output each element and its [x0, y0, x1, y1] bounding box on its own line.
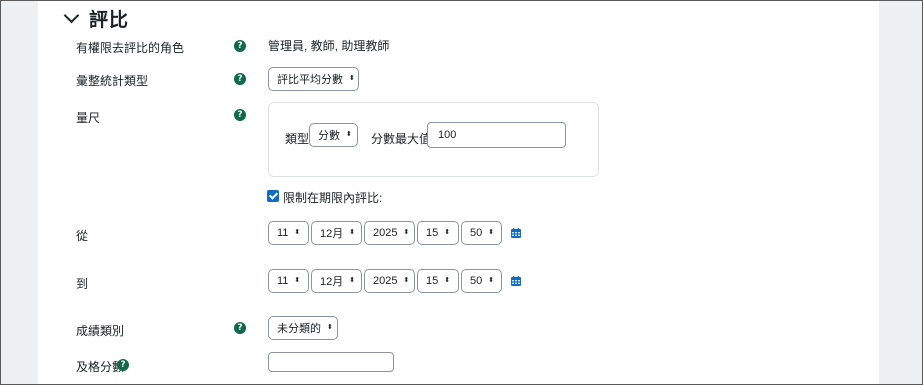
aggregate-select[interactable]: 評比平均分數 ⬍	[268, 67, 359, 91]
calendar-icon[interactable]	[511, 228, 521, 238]
roles-label: 有權限去評比的角色	[76, 41, 185, 55]
from-hour-value: 15	[426, 227, 439, 239]
to-hour-select[interactable]: 15 ⬍	[417, 269, 459, 293]
from-minute-value: 50	[470, 227, 483, 239]
to-year-value: 2025	[373, 275, 398, 287]
pass-grade-input[interactable]	[268, 352, 394, 372]
select-arrow-icon: ⬍	[349, 277, 356, 284]
help-icon[interactable]: ?	[234, 322, 246, 334]
scale-type-label: 類型	[285, 132, 310, 146]
from-day-select[interactable]: 11 ⬍	[268, 221, 309, 245]
help-icon[interactable]: ?	[234, 109, 246, 121]
from-month-select[interactable]: 12月 ⬍	[311, 221, 362, 245]
select-arrow-icon: ⬍	[403, 277, 410, 284]
section-title: 評比	[89, 9, 130, 31]
roles-value: 管理員, 教師, 助理教師	[268, 39, 390, 53]
scale-type-value: 分數	[318, 130, 340, 142]
select-arrow-icon: ⬍	[488, 277, 495, 284]
scale-type-select[interactable]: 分數 ⬍	[309, 123, 358, 147]
select-arrow-icon: ⬍	[403, 229, 410, 236]
max-grade-label: 分數最大值	[371, 132, 432, 146]
help-icon[interactable]: ?	[234, 73, 246, 85]
grade-category-value: 未分類的	[277, 323, 321, 335]
help-icon[interactable]: ?	[234, 40, 246, 52]
from-minute-select[interactable]: 50 ⬍	[461, 221, 502, 245]
from-day-value: 11	[277, 227, 289, 239]
select-arrow-icon: ⬍	[349, 229, 356, 236]
to-year-select[interactable]: 2025 ⬍	[364, 269, 415, 293]
select-arrow-icon: ⬍	[444, 277, 451, 284]
form-frame	[0, 0, 923, 385]
chevron-down-icon[interactable]	[63, 7, 80, 23]
from-month-value: 12月	[320, 228, 344, 240]
calendar-icon[interactable]	[511, 276, 521, 286]
scale-label: 量尺	[76, 111, 101, 125]
to-day-select[interactable]: 11 ⬍	[268, 269, 309, 293]
select-arrow-icon: ⬍	[294, 229, 301, 236]
restrict-checkbox[interactable]	[267, 190, 279, 202]
help-icon[interactable]: ?	[117, 359, 129, 371]
to-label: 到	[76, 277, 89, 291]
to-hour-value: 15	[426, 275, 439, 287]
from-year-value: 2025	[373, 227, 398, 239]
to-minute-select[interactable]: 50 ⬍	[461, 269, 502, 293]
from-year-select[interactable]: 2025 ⬍	[364, 221, 415, 245]
to-month-select[interactable]: 12月 ⬍	[311, 269, 362, 293]
aggregate-label: 彙整統計類型	[76, 74, 149, 88]
from-label: 從	[76, 229, 89, 243]
select-arrow-icon: ⬍	[349, 75, 355, 82]
left-gutter	[1, 1, 38, 384]
section-header[interactable]: 評比	[62, 4, 129, 32]
to-minute-value: 50	[470, 275, 483, 287]
from-hour-select[interactable]: 15 ⬍	[417, 221, 459, 245]
select-arrow-icon: ⬍	[488, 229, 495, 236]
right-gutter	[879, 1, 922, 384]
select-arrow-icon: ⬍	[327, 324, 333, 331]
select-arrow-icon: ⬍	[444, 229, 451, 236]
max-grade-input[interactable]: 100	[427, 122, 566, 148]
select-arrow-icon: ⬍	[294, 277, 301, 284]
aggregate-select-value: 評比平均分數	[277, 74, 343, 86]
max-grade-value: 100	[438, 129, 457, 141]
restrict-label[interactable]: 限制在期限內評比:	[283, 189, 382, 206]
grade-category-label: 成績類別	[76, 324, 125, 338]
grade-category-select[interactable]: 未分類的 ⬍	[268, 316, 338, 340]
to-month-value: 12月	[320, 276, 344, 288]
to-day-value: 11	[277, 275, 289, 287]
select-arrow-icon: ⬍	[346, 131, 352, 138]
